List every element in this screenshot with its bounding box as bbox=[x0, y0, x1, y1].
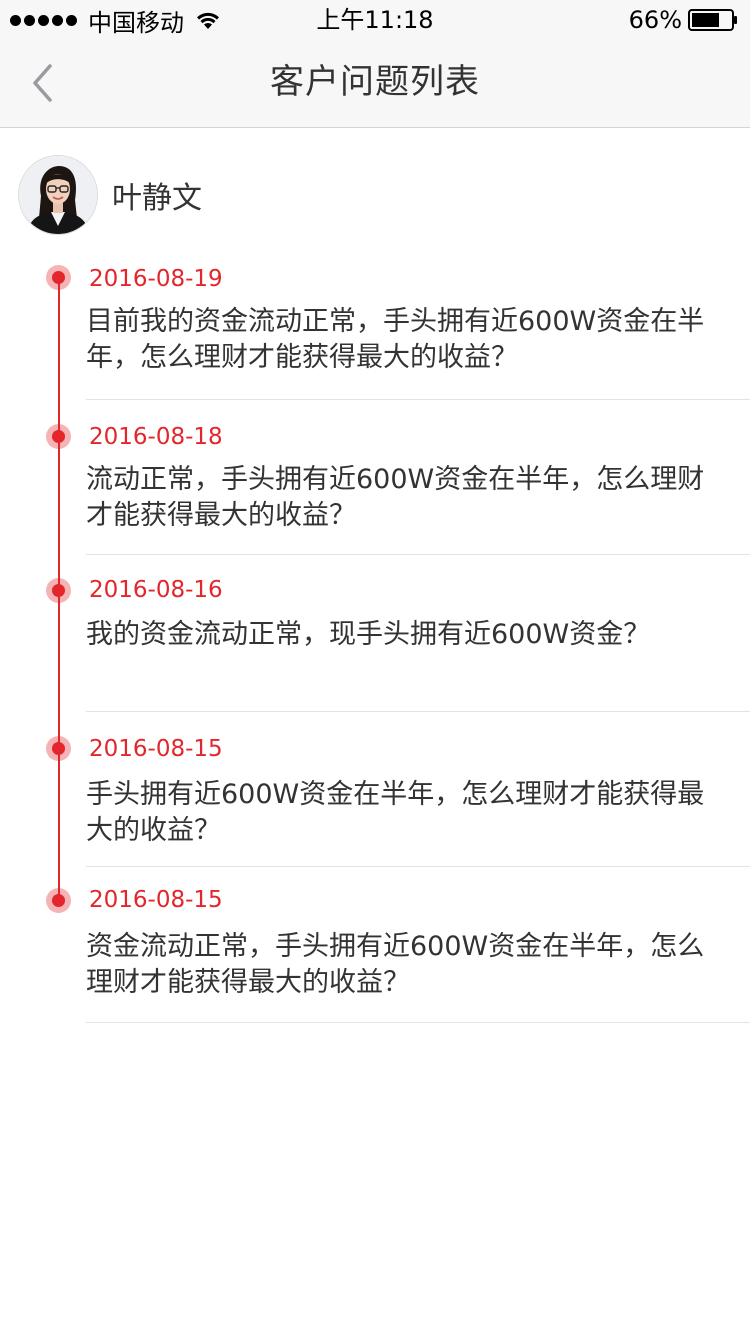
question-date: 2016-08-15 bbox=[89, 736, 223, 762]
divider bbox=[86, 399, 750, 400]
avatar[interactable] bbox=[18, 155, 98, 235]
question-date: 2016-08-15 bbox=[89, 887, 223, 913]
battery-percent: 66% bbox=[628, 6, 682, 34]
divider bbox=[86, 866, 750, 867]
question-text: 我的资金流动正常，现手头拥有近600W资金？ bbox=[86, 619, 651, 650]
timeline-dot-icon bbox=[46, 736, 71, 761]
customer-profile: 叶静文 bbox=[18, 155, 202, 235]
timeline-dot-icon bbox=[46, 424, 71, 449]
nav-bar: 客户问题列表 bbox=[0, 40, 750, 128]
timeline-dot-icon bbox=[46, 888, 71, 913]
question-text: 目前我的资金流动正常，手头拥有近600W资金在半年，怎么理财才能获得最大的收益？ bbox=[86, 306, 705, 373]
customer-name: 叶静文 bbox=[112, 181, 202, 216]
status-bar: 中国移动 上午11:18 66% bbox=[0, 0, 750, 40]
page-title: 客户问题列表 bbox=[270, 62, 480, 102]
question-text: 手头拥有近600W资金在半年，怎么理财才能获得最大的收益？ bbox=[86, 779, 705, 846]
battery-icon bbox=[688, 9, 737, 31]
timeline-dot-icon bbox=[46, 578, 71, 603]
divider bbox=[86, 711, 750, 712]
timeline-dot-icon bbox=[46, 265, 71, 290]
question-text: 资金流动正常，手头拥有近600W资金在半年，怎么理财才能获得最大的收益？ bbox=[86, 931, 705, 998]
question-date: 2016-08-16 bbox=[89, 577, 223, 603]
avatar-photo bbox=[19, 156, 97, 234]
divider bbox=[86, 554, 750, 555]
question-date: 2016-08-18 bbox=[89, 424, 223, 450]
status-right: 66% bbox=[629, 4, 738, 36]
question-date: 2016-08-19 bbox=[89, 266, 223, 292]
question-text: 流动正常，手头拥有近600W资金在半年，怎么理财才能获得最大的收益？ bbox=[86, 464, 705, 531]
divider bbox=[86, 1022, 750, 1023]
